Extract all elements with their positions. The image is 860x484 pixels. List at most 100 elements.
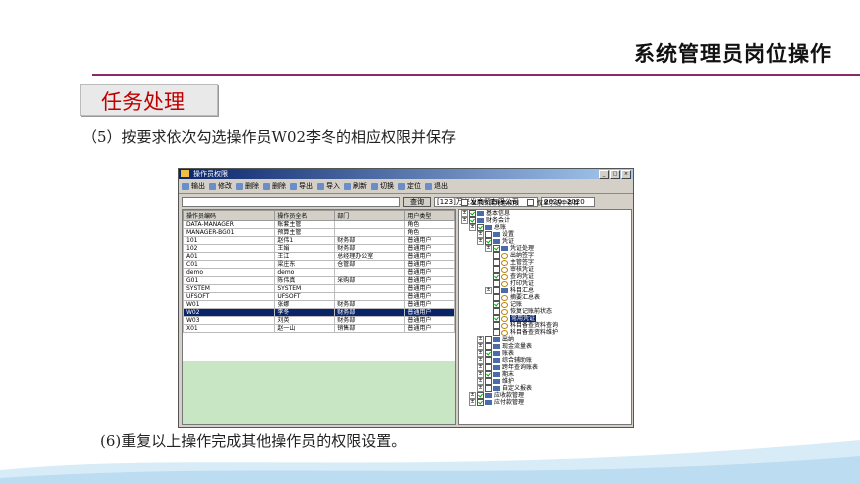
tree-node[interactable]: ± 自定义报表 — [459, 385, 631, 392]
tree-node[interactable]: 摘要汇总表 — [459, 294, 631, 301]
table-row[interactable]: DATA-MANAGER 账套主管 角色 — [182, 220, 455, 229]
expand-icon[interactable]: ± — [477, 350, 484, 357]
tree-node[interactable]: 记账 — [459, 301, 631, 308]
permission-checkbox[interactable] — [493, 252, 500, 259]
tree-node[interactable]: ± 凭证处理 — [459, 245, 631, 252]
expand-icon[interactable]: ± — [477, 385, 484, 392]
column-header[interactable]: 操作员全名 — [274, 210, 336, 221]
permission-checkbox[interactable] — [493, 280, 500, 287]
tree-node[interactable]: ± 凭证 — [459, 238, 631, 245]
expand-icon[interactable]: ± — [461, 210, 468, 217]
column-header[interactable]: 用户类型 — [404, 210, 455, 221]
permission-checkbox[interactable] — [469, 217, 476, 224]
table-row[interactable]: W02 李冬 财务部 普通用户 — [182, 308, 455, 317]
show-role-checkbox[interactable] — [461, 199, 468, 206]
table-row[interactable]: 101 赵伟1 财务部 普通用户 — [182, 236, 455, 245]
tree-node[interactable]: ± 基本信息 — [459, 210, 631, 217]
tree-node[interactable]: ± 维护 — [459, 378, 631, 385]
search-input[interactable] — [182, 197, 400, 207]
permission-checkbox[interactable] — [493, 322, 500, 329]
tree-node[interactable]: 常用凭证 — [459, 315, 631, 322]
permission-checkbox[interactable] — [493, 329, 500, 336]
toolbar-button-2[interactable]: 删除 — [236, 181, 259, 191]
close-button[interactable]: × — [621, 170, 631, 179]
tree-node[interactable]: ± 现金流量表 — [459, 343, 631, 350]
permission-checkbox[interactable] — [485, 357, 492, 364]
permission-checkbox[interactable] — [485, 371, 492, 378]
permission-checkbox[interactable] — [493, 287, 500, 294]
tree-node[interactable]: 审核凭证 — [459, 266, 631, 273]
permission-checkbox[interactable] — [485, 350, 492, 357]
maximize-button[interactable]: □ — [610, 170, 620, 179]
permission-checkbox[interactable] — [493, 301, 500, 308]
table-row[interactable]: MANAGER-BG01 预算主管 角色 — [182, 228, 455, 237]
query-button[interactable]: 查询 — [403, 197, 431, 207]
table-row[interactable]: C01 梁庄东 仓管部 普通用户 — [182, 260, 455, 269]
expand-icon[interactable]: ± — [485, 287, 492, 294]
minimize-button[interactable]: _ — [599, 170, 609, 179]
permission-checkbox[interactable] — [469, 210, 476, 217]
toolbar-button-6[interactable]: 刷新 — [344, 181, 367, 191]
expand-icon[interactable]: ± — [485, 245, 492, 252]
table-row[interactable]: SYSTEM SYSTEM 普通用户 — [182, 284, 455, 293]
expand-icon[interactable]: ± — [477, 364, 484, 371]
tree-node[interactable]: ± 科目汇总 — [459, 287, 631, 294]
tree-node[interactable]: ± 出纳 — [459, 336, 631, 343]
permission-checkbox[interactable] — [493, 266, 500, 273]
expand-icon[interactable]: ± — [477, 378, 484, 385]
permission-checkbox[interactable] — [493, 315, 500, 322]
toolbar-button-0[interactable]: 输出 — [182, 181, 205, 191]
table-row[interactable]: G01 陈伟真 采购部 普通用户 — [182, 276, 455, 285]
tree-node[interactable]: ± 综合辅助账 — [459, 357, 631, 364]
tree-node[interactable]: ± 设置 — [459, 231, 631, 238]
expand-icon[interactable]: ± — [477, 238, 484, 245]
toolbar-button-7[interactable]: 切换 — [371, 181, 394, 191]
table-row[interactable]: demo demo 普通用户 — [182, 268, 455, 277]
tree-node[interactable]: 打印凭证 — [459, 280, 631, 287]
table-row[interactable]: UFSOFT UFSOFT 普通用户 — [182, 292, 455, 301]
permission-checkbox[interactable] — [493, 259, 500, 266]
expand-icon[interactable]: ± — [477, 357, 484, 364]
permission-checkbox[interactable] — [477, 392, 484, 399]
expand-icon[interactable]: ± — [469, 392, 476, 399]
permission-checkbox[interactable] — [485, 364, 492, 371]
toolbar-button-8[interactable]: 定位 — [398, 181, 421, 191]
permission-checkbox[interactable] — [493, 294, 500, 301]
show-selected-checkbox[interactable] — [527, 199, 535, 206]
toolbar-button-5[interactable]: 导入 — [317, 181, 340, 191]
tree-node[interactable]: 恢复记账前状态 — [459, 308, 631, 315]
tree-node[interactable]: ± 期末 — [459, 371, 631, 378]
tree-node[interactable]: 查询凭证 — [459, 273, 631, 280]
toolbar-button-9[interactable]: 退出 — [425, 181, 448, 191]
tree-node[interactable]: 科目备查资料查询 — [459, 322, 631, 329]
permission-checkbox[interactable] — [493, 245, 500, 252]
table-row[interactable]: W03 刘英 财务部 普通用户 — [182, 316, 455, 325]
expand-icon[interactable]: ± — [477, 371, 484, 378]
column-header[interactable]: 操作员编码 — [182, 210, 276, 221]
expand-icon[interactable]: ± — [469, 224, 476, 231]
tree-node[interactable]: 主管签字 — [459, 259, 631, 266]
permission-checkbox[interactable] — [485, 336, 492, 343]
tree-node[interactable]: ± 总账 — [459, 224, 631, 231]
tree-node[interactable]: ± 财务会计 — [459, 217, 631, 224]
tree-node[interactable]: ± 跨年查询账表 — [459, 364, 631, 371]
toolbar-button-4[interactable]: 导出 — [290, 181, 313, 191]
expand-icon[interactable]: ± — [469, 399, 476, 406]
table-row[interactable]: X01 赵一山 销售部 普通用户 — [182, 324, 455, 333]
column-header[interactable]: 部门 — [334, 210, 406, 221]
tree-node[interactable]: 科目备查资料维护 — [459, 329, 631, 336]
expand-icon[interactable]: ± — [477, 343, 484, 350]
permission-checkbox[interactable] — [485, 385, 492, 392]
permission-checkbox[interactable] — [477, 399, 484, 406]
toolbar-button-3[interactable]: 删除 — [263, 181, 286, 191]
expand-icon[interactable]: ± — [477, 336, 484, 343]
table-row[interactable]: A01 王江 总经理办公室 普通用户 — [182, 252, 455, 261]
toolbar-button-1[interactable]: 修改 — [209, 181, 232, 191]
table-row[interactable]: 102 王娟 财务部 普通用户 — [182, 244, 455, 253]
expand-icon[interactable]: ± — [461, 217, 468, 224]
permission-checkbox[interactable] — [485, 343, 492, 350]
permission-checkbox[interactable] — [493, 308, 500, 315]
table-row[interactable]: W01 张娜 财务部 普通用户 — [182, 300, 455, 309]
permission-checkbox[interactable] — [493, 273, 500, 280]
permission-checkbox[interactable] — [485, 238, 492, 245]
